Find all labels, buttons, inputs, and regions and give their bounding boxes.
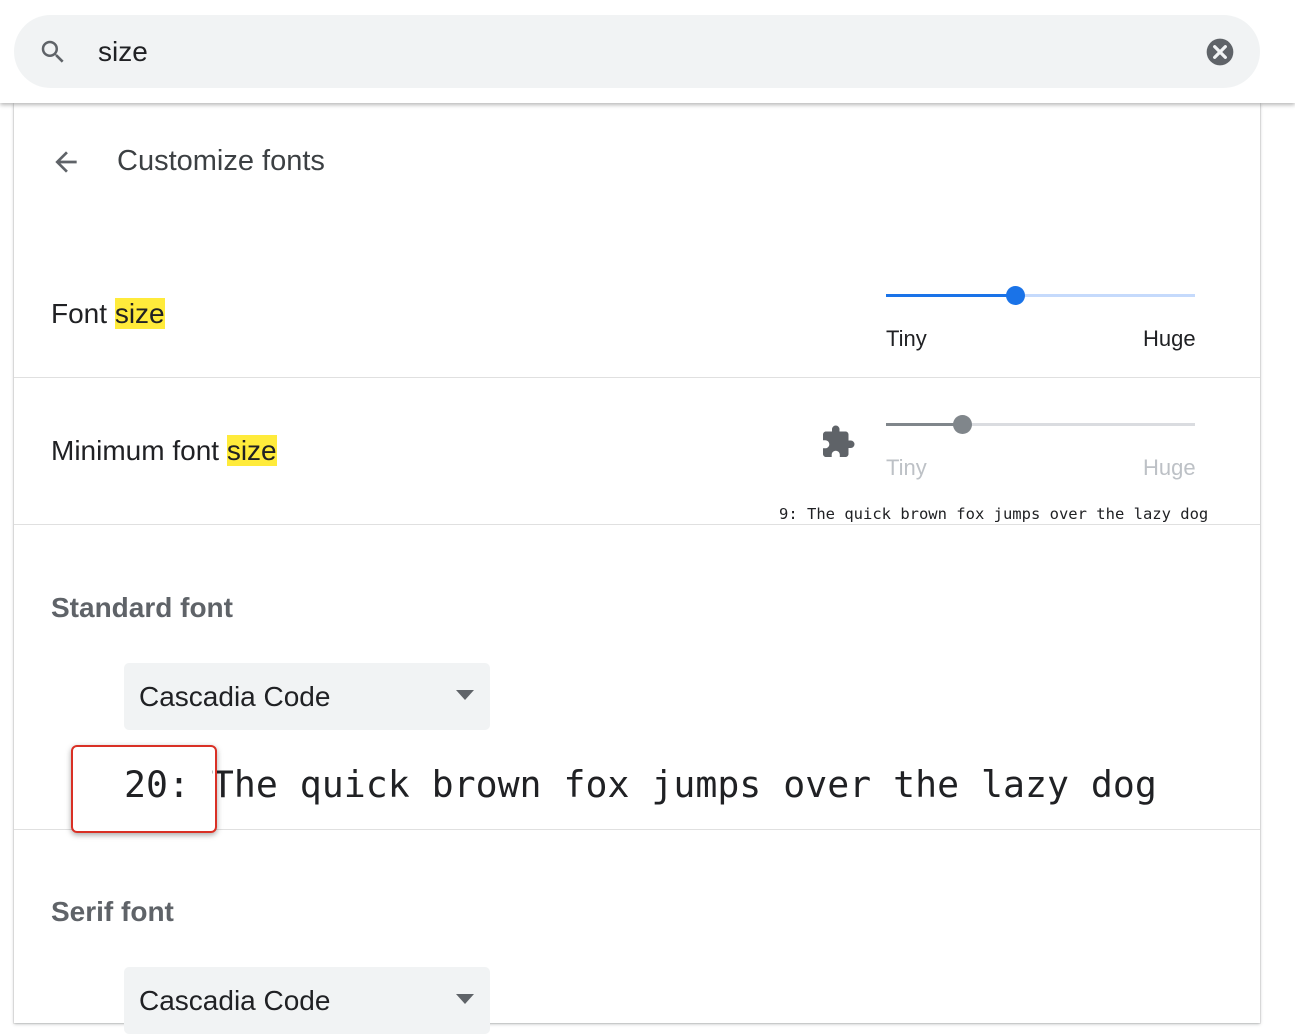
search-highlight: size [226,435,277,466]
clear-search-icon[interactable] [1204,36,1236,68]
standard-font-heading: Standard font [51,592,233,623]
minimum-font-size-label: Minimum font size [51,433,277,469]
search-highlight: size [114,298,165,329]
divider [14,524,1260,525]
slider-knob [953,415,972,434]
slider-min-label: Tiny [886,455,927,480]
back-arrow-icon[interactable] [50,146,82,178]
search-box[interactable]: size [14,15,1260,88]
search-input[interactable]: size [98,30,148,74]
serif-font-heading: Serif font [51,896,174,927]
dropdown-arrow-icon [456,690,474,700]
focus-highlight-box [71,745,217,833]
puzzle-piece-icon[interactable] [820,424,856,460]
slider-max-label: Huge [1143,455,1196,480]
slider-min-label: Tiny [886,326,927,351]
slider-fill [886,423,963,426]
slider-fill [886,294,1016,297]
minimum-font-size-slider [886,413,1195,437]
font-size-label: Font size [51,296,165,332]
font-size-label-text: Font [51,298,115,329]
select-value: Cascadia Code [139,985,331,1016]
divider [14,377,1260,378]
dropdown-arrow-icon [456,994,474,1004]
settings-search-bar: size [0,0,1295,103]
standard-font-sample: 20: The quick brown fox jumps over the l… [124,763,1157,806]
select-value: Cascadia Code [139,681,331,712]
search-icon[interactable] [38,37,68,67]
slider-max-label: Huge [1143,326,1196,351]
standard-font-select[interactable]: Cascadia Code [124,663,490,730]
slider-knob[interactable] [1006,286,1025,305]
minimum-font-size-sample: 9: The quick brown fox jumps over the la… [779,505,1209,523]
settings-card [14,103,1260,1023]
minimum-font-size-label-text: Minimum font [51,435,227,466]
page-title: Customize fonts [117,145,325,177]
serif-font-select[interactable]: Cascadia Code [124,967,490,1034]
font-size-slider[interactable] [886,284,1195,308]
